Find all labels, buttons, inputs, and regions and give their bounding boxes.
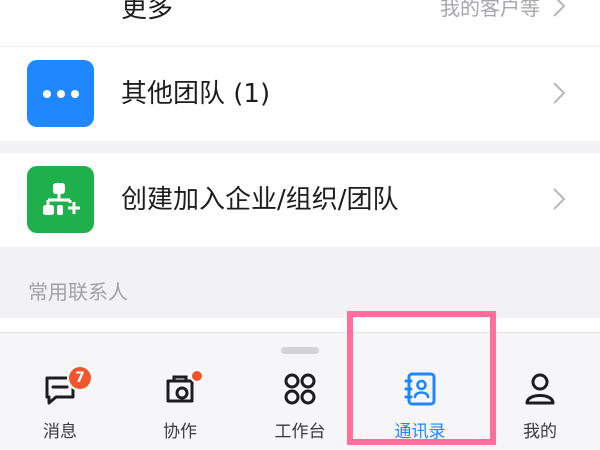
bottom-tab-bar: 7 消息 协作 工作台 通讯录 我的	[0, 332, 600, 450]
more-hint: 我的客户等	[440, 0, 540, 20]
more-row[interactable]: 更多 我的客户等	[0, 0, 600, 46]
chevron-right-icon	[553, 0, 566, 17]
chevron-right-icon	[553, 188, 566, 210]
profile-icon	[525, 373, 555, 405]
more-dots-icon	[27, 60, 94, 127]
tab-label: 我的	[523, 422, 557, 442]
tab-label: 通讯录	[394, 422, 446, 442]
create-join-org-label: 创建加入企业/组织/团队	[121, 185, 399, 215]
create-join-org-row[interactable]: 创建加入企业/组织/团队	[0, 153, 600, 247]
contacts-icon	[404, 372, 436, 406]
more-label: 更多	[121, 0, 174, 24]
unread-badge: 7	[67, 365, 93, 391]
org-add-icon	[27, 166, 94, 233]
tab-collaborate[interactable]: 协作	[125, 369, 235, 443]
drag-handle[interactable]	[281, 347, 319, 354]
tab-workbench[interactable]: 工作台	[245, 369, 355, 443]
tab-contacts[interactable]: 通讯录	[365, 369, 475, 443]
other-teams-row[interactable]: 其他团队 (1)	[0, 47, 600, 141]
chevron-right-icon	[553, 82, 566, 104]
workbench-icon	[284, 373, 316, 405]
notification-dot	[190, 369, 204, 383]
tab-label: 工作台	[274, 422, 326, 442]
tab-label: 消息	[43, 422, 77, 442]
other-teams-label: 其他团队 (1)	[121, 79, 271, 109]
section-title-frequent-contacts: 常用联系人	[28, 280, 128, 304]
tab-label: 协作	[163, 422, 197, 442]
tab-messages[interactable]: 7 消息	[5, 365, 115, 443]
tab-profile[interactable]: 我的	[485, 369, 595, 443]
